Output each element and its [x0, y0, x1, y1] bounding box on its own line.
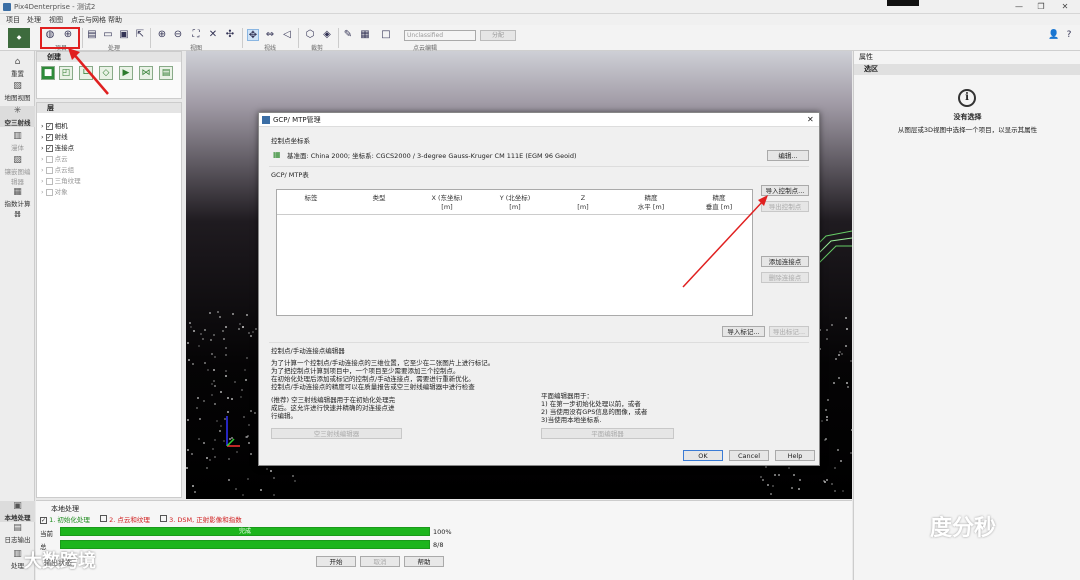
watermark-right: 度分秒	[930, 516, 997, 541]
annotation-arrows	[68, 48, 768, 288]
watermark-bottom: 输出状态	[44, 559, 72, 567]
